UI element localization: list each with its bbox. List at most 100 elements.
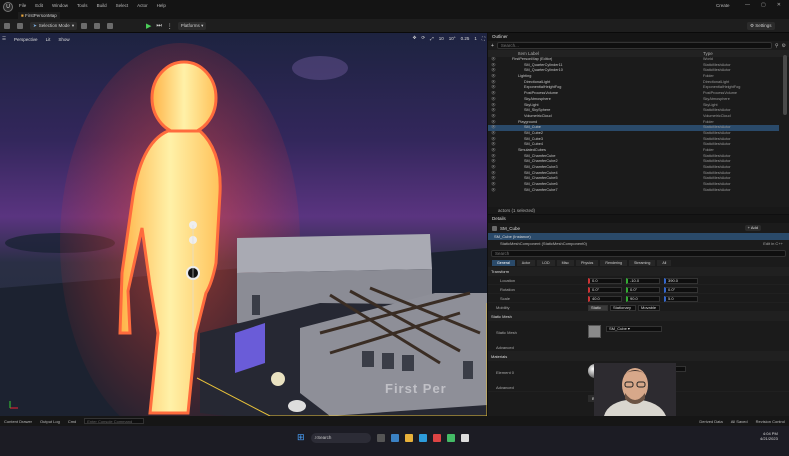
filter-tab-physics[interactable]: Physics bbox=[575, 260, 599, 266]
add-filter-icon[interactable]: + bbox=[491, 43, 494, 49]
minimize-icon[interactable]: — bbox=[745, 2, 750, 8]
output-log-button[interactable]: Output Log bbox=[40, 419, 60, 424]
menu-select[interactable]: Select bbox=[116, 3, 129, 8]
scale-x-input[interactable]: 40.0 bbox=[588, 296, 622, 302]
app-icon[interactable] bbox=[390, 433, 399, 442]
scale-z-input[interactable]: 5.0 bbox=[664, 296, 698, 302]
mobility-row: Mobility Static Stationary Movable bbox=[488, 303, 789, 312]
revision-control-button[interactable]: Revision Control bbox=[756, 419, 785, 424]
component-root[interactable]: SM_Cube (Instance) bbox=[488, 233, 789, 240]
menu-file[interactable]: File bbox=[19, 3, 26, 8]
translate-icon[interactable]: ✥ bbox=[413, 35, 417, 41]
visibility-eye-icon[interactable]: 👁 bbox=[491, 188, 496, 194]
maximize-viewport-icon[interactable]: ⛶ bbox=[482, 36, 485, 41]
transform-section-header[interactable]: Transform bbox=[488, 267, 789, 276]
lit-button[interactable]: Lit bbox=[46, 37, 51, 42]
outliner-tab[interactable]: Outliner bbox=[488, 33, 789, 41]
more-options-icon[interactable]: ⋮ bbox=[167, 23, 173, 30]
windows-start-icon[interactable]: ⊞ bbox=[297, 432, 305, 443]
column-type[interactable]: Type bbox=[703, 50, 713, 57]
advance-icon[interactable]: ⏭ bbox=[156, 23, 161, 30]
materials-section-header[interactable]: Materials bbox=[488, 352, 789, 361]
add-component-button[interactable]: + Add bbox=[744, 225, 761, 231]
rotation-x-input[interactable]: 0.0° bbox=[588, 287, 622, 293]
tab-firstpersonmap[interactable]: ■ FirstPersonMap bbox=[18, 12, 60, 19]
cmd-dropdown[interactable]: Cmd bbox=[68, 419, 76, 424]
unreal-taskbar-icon[interactable] bbox=[460, 433, 469, 442]
details-tab[interactable]: Details bbox=[488, 215, 789, 223]
filter-tab-lod[interactable]: LOD bbox=[537, 260, 555, 266]
show-button[interactable]: Show bbox=[58, 37, 69, 42]
platforms-button[interactable]: Platforms ▾ bbox=[177, 22, 207, 30]
edit-in-cpp-link[interactable]: Edit in C++ bbox=[763, 240, 783, 247]
mobility-movable-option[interactable]: Movable bbox=[638, 305, 660, 311]
content-icon[interactable] bbox=[81, 23, 88, 29]
mobility-static-option[interactable]: Static bbox=[588, 305, 608, 311]
level-viewport[interactable]: First Per ☰ Perspective Lit Show ✥ ⟳ ⤢ 1… bbox=[0, 33, 487, 416]
filter-tab-actor[interactable]: Actor bbox=[516, 260, 536, 266]
task-view-icon[interactable] bbox=[376, 433, 385, 442]
save-icon[interactable] bbox=[4, 23, 10, 29]
details-search-input[interactable]: Search bbox=[491, 250, 786, 257]
outliner-settings-icon[interactable]: ⚙ bbox=[782, 43, 786, 49]
advanced-row[interactable]: Advanced bbox=[488, 343, 789, 352]
grid-snap-value[interactable]: 10 bbox=[439, 36, 444, 41]
filter-tab-rendering[interactable]: Rendering bbox=[600, 260, 627, 266]
scale-snap-value[interactable]: 0.25 bbox=[461, 36, 470, 41]
perspective-button[interactable]: Perspective bbox=[14, 37, 38, 42]
blueprint-icon[interactable] bbox=[94, 23, 101, 29]
cinematics-icon[interactable] bbox=[107, 23, 114, 29]
taskbar-center: ⊞ ⌕ Search bbox=[297, 432, 469, 443]
menu-help[interactable]: Help bbox=[157, 3, 166, 8]
app-icon[interactable] bbox=[432, 433, 441, 442]
scale-icon[interactable]: ⤢ bbox=[430, 36, 434, 41]
all-saved-indicator[interactable]: All Saved bbox=[731, 419, 748, 424]
rotation-z-input[interactable]: 0.0° bbox=[664, 287, 698, 293]
file-explorer-icon[interactable] bbox=[404, 433, 413, 442]
column-item-label[interactable]: Item Label bbox=[518, 50, 539, 57]
location-y-input[interactable]: -10.0 bbox=[626, 278, 660, 284]
menu-edit[interactable]: Edit bbox=[35, 3, 43, 8]
app-icon[interactable] bbox=[446, 433, 455, 442]
edge-icon[interactable] bbox=[418, 433, 427, 442]
rotation-snap-value[interactable]: 10° bbox=[449, 36, 456, 41]
filter-tab-all[interactable]: All bbox=[657, 260, 672, 266]
static-mesh-value: SM_Cube bbox=[609, 326, 627, 331]
selection-mode-button[interactable]: ➤ Selection Mode ▾ bbox=[30, 22, 78, 30]
outliner-search-input[interactable]: Search... bbox=[496, 42, 772, 49]
viewport-menu-icon[interactable]: ☰ bbox=[2, 36, 6, 42]
filter-tab-streaming[interactable]: Streaming bbox=[628, 260, 656, 266]
mesh-thumbnail[interactable] bbox=[588, 325, 601, 338]
menu-build[interactable]: Build bbox=[97, 3, 107, 8]
camera-speed-value[interactable]: 1 bbox=[474, 36, 477, 41]
menu-window[interactable]: Window bbox=[52, 3, 68, 8]
location-x-input[interactable]: 0.0 bbox=[588, 278, 622, 284]
derived-data-button[interactable]: Derived Data bbox=[699, 419, 722, 424]
scale-y-input[interactable]: 90.0 bbox=[626, 296, 660, 302]
menu-actor[interactable]: Actor bbox=[137, 3, 148, 8]
outliner-row[interactable]: 👁 SM_ChamferCube7 StaticMeshActor bbox=[488, 188, 779, 194]
actor-name[interactable]: SM_Cube bbox=[500, 226, 520, 231]
component-child[interactable]: StaticMeshComponent (StaticMeshComponent… bbox=[488, 240, 789, 247]
mobility-stationary-option[interactable]: Stationary bbox=[610, 305, 636, 311]
outliner-scrollbar[interactable] bbox=[783, 55, 787, 115]
maximize-icon[interactable]: ▢ bbox=[761, 2, 766, 8]
filter-icon[interactable]: ⚲ bbox=[775, 43, 779, 49]
light-source bbox=[271, 372, 285, 386]
static-mesh-section-header[interactable]: Static Mesh bbox=[488, 312, 789, 321]
settings-button[interactable]: ⚙ Settings bbox=[747, 22, 775, 30]
play-icon[interactable]: ▶ bbox=[146, 22, 151, 30]
rotate-icon[interactable]: ⟳ bbox=[421, 35, 425, 41]
static-mesh-dropdown[interactable]: SM_Cube ▾ bbox=[606, 326, 662, 332]
filter-tab-misc[interactable]: Misc bbox=[556, 260, 574, 266]
filter-tab-general[interactable]: General bbox=[492, 260, 515, 266]
rotation-y-input[interactable]: 0.0° bbox=[626, 287, 660, 293]
content-drawer-button[interactable]: Content Drawer bbox=[4, 419, 32, 424]
taskbar-clock[interactable]: 4:04 PM 4/21/2023 bbox=[760, 431, 778, 441]
close-icon[interactable]: ✕ bbox=[777, 2, 781, 8]
location-z-input[interactable]: 390.0 bbox=[664, 278, 698, 284]
menu-tools[interactable]: Tools bbox=[77, 3, 88, 8]
console-command-input[interactable]: Enter Console Command bbox=[84, 418, 145, 424]
modes-icon[interactable] bbox=[17, 23, 23, 29]
taskbar-search[interactable]: ⌕ Search bbox=[310, 432, 371, 443]
